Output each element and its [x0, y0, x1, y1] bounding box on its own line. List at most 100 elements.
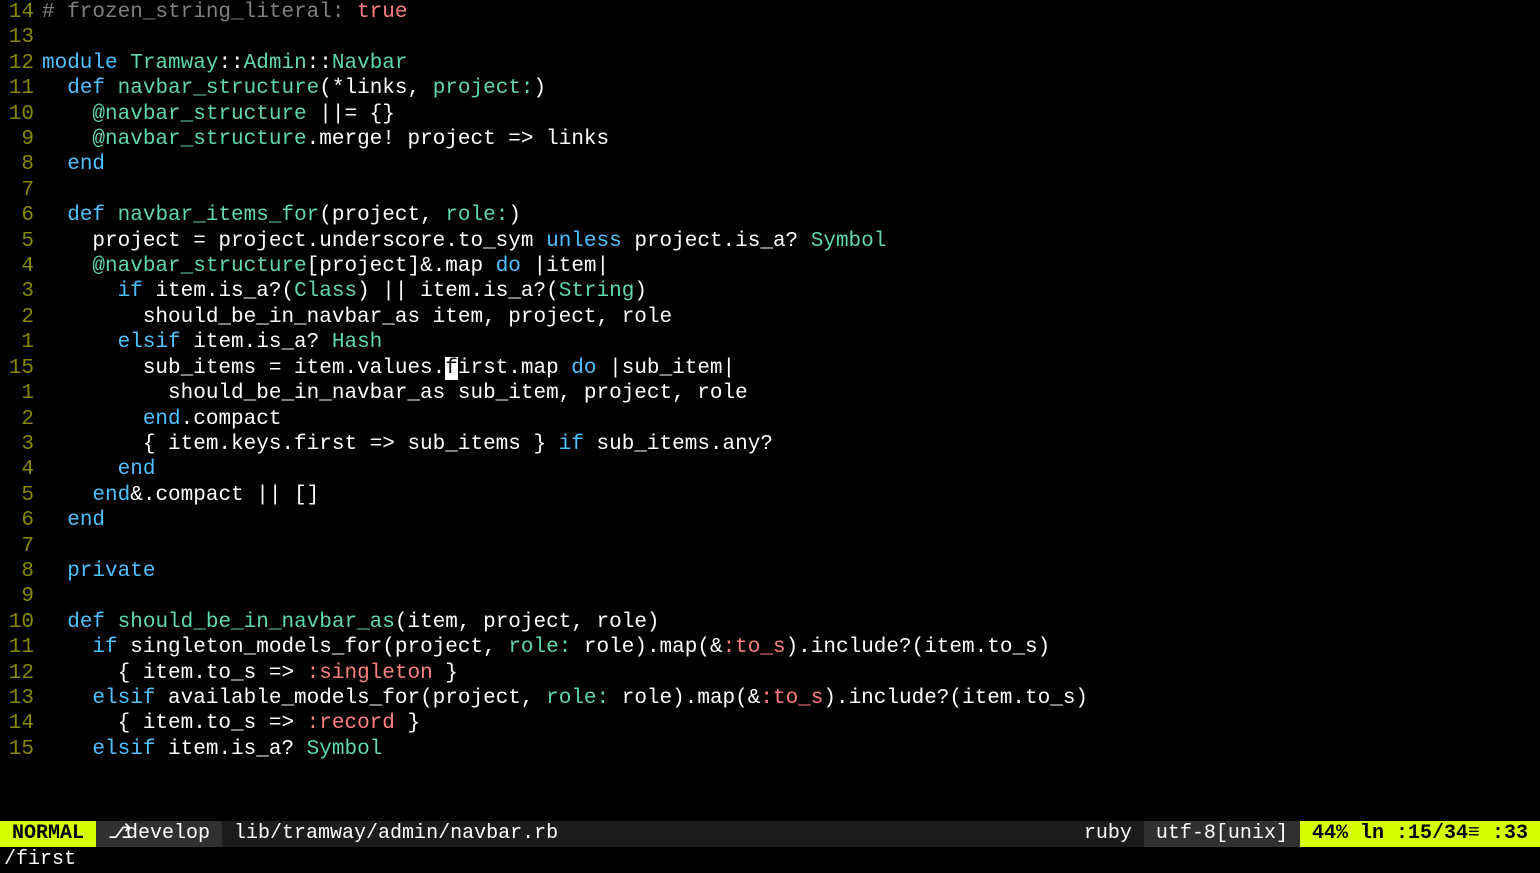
code-line[interactable]: 13 elsif available_models_for(project, r… [0, 686, 1540, 711]
line-number: 7 [0, 534, 42, 559]
code-line[interactable]: 10 def should_be_in_navbar_as(item, proj… [0, 610, 1540, 635]
code-line[interactable]: 1 should_be_in_navbar_as sub_item, proje… [0, 381, 1540, 406]
code-line[interactable]: 12module Tramway::Admin::Navbar [0, 51, 1540, 76]
code-area[interactable]: 14# frozen_string_literal: true1312modul… [0, 0, 1540, 821]
code-line[interactable]: 8 end [0, 152, 1540, 177]
line-number: 11 [0, 76, 42, 101]
line-content[interactable]: @navbar_structure ||= {} [42, 102, 1540, 127]
line-number: 1 [0, 381, 42, 406]
git-branch: ⎇ develop [96, 821, 222, 847]
line-number: 15 [0, 356, 42, 381]
code-line[interactable]: 11 if singleton_models_for(project, role… [0, 635, 1540, 660]
line-content[interactable]: elsif item.is_a? Hash [42, 330, 1540, 355]
code-line[interactable]: 2 end.compact [0, 407, 1540, 432]
line-number: 6 [0, 203, 42, 228]
line-number: 3 [0, 432, 42, 457]
line-content[interactable] [42, 178, 1540, 203]
code-line[interactable]: 14 { item.to_s => :record } [0, 711, 1540, 736]
line-number: 14 [0, 0, 42, 25]
line-number: 15 [0, 737, 42, 762]
line-number: 10 [0, 102, 42, 127]
branch-icon: ⎇ [108, 821, 120, 847]
code-line[interactable]: 5 end&.compact || [] [0, 483, 1540, 508]
line-number: 3 [0, 279, 42, 304]
code-line[interactable]: 7 [0, 534, 1540, 559]
code-line[interactable]: 15 sub_items = item.values.first.map do … [0, 356, 1540, 381]
code-line[interactable]: 12 { item.to_s => :singleton } [0, 661, 1540, 686]
line-number: 1 [0, 330, 42, 355]
line-number: 5 [0, 483, 42, 508]
line-content[interactable]: elsif item.is_a? Symbol [42, 737, 1540, 762]
line-content[interactable]: end [42, 457, 1540, 482]
line-content[interactable]: project = project.underscore.to_sym unle… [42, 229, 1540, 254]
line-number: 2 [0, 407, 42, 432]
line-number: 9 [0, 584, 42, 609]
code-line[interactable]: 5 project = project.underscore.to_sym un… [0, 229, 1540, 254]
line-content[interactable]: should_be_in_navbar_as item, project, ro… [42, 305, 1540, 330]
code-line[interactable]: 15 elsif item.is_a? Symbol [0, 737, 1540, 762]
line-number: 4 [0, 254, 42, 279]
line-number: 4 [0, 457, 42, 482]
vim-mode: NORMAL [0, 821, 96, 847]
code-line[interactable]: 8 private [0, 559, 1540, 584]
line-content[interactable]: def navbar_structure(*links, project:) [42, 76, 1540, 101]
code-line[interactable]: 2 should_be_in_navbar_as item, project, … [0, 305, 1540, 330]
code-line[interactable]: 1 elsif item.is_a? Hash [0, 330, 1540, 355]
line-content[interactable]: private [42, 559, 1540, 584]
line-content[interactable]: @navbar_structure[project]&.map do |item… [42, 254, 1540, 279]
line-content[interactable]: if singleton_models_for(project, role: r… [42, 635, 1540, 660]
line-number: 8 [0, 152, 42, 177]
line-content[interactable] [42, 25, 1540, 50]
line-number: 9 [0, 127, 42, 152]
line-content[interactable]: elsif available_models_for(project, role… [42, 686, 1540, 711]
status-bar: NORMAL ⎇ develop lib/tramway/admin/navba… [0, 821, 1540, 847]
code-line[interactable]: 7 [0, 178, 1540, 203]
line-content[interactable]: if item.is_a?(Class) || item.is_a?(Strin… [42, 279, 1540, 304]
line-content[interactable]: should_be_in_navbar_as sub_item, project… [42, 381, 1540, 406]
line-number: 8 [0, 559, 42, 584]
code-line[interactable]: 6 end [0, 508, 1540, 533]
line-number: 12 [0, 661, 42, 686]
line-content[interactable] [42, 584, 1540, 609]
command-line[interactable]: /first [0, 847, 1540, 873]
line-number: 13 [0, 686, 42, 711]
code-line[interactable]: 4 @navbar_structure[project]&.map do |it… [0, 254, 1540, 279]
line-number: 5 [0, 229, 42, 254]
code-line[interactable]: 9 @navbar_structure.merge! project => li… [0, 127, 1540, 152]
code-line[interactable]: 3 { item.keys.first => sub_items } if su… [0, 432, 1540, 457]
line-number: 12 [0, 51, 42, 76]
file-path: lib/tramway/admin/navbar.rb [222, 821, 1072, 847]
code-line[interactable]: 3 if item.is_a?(Class) || item.is_a?(Str… [0, 279, 1540, 304]
line-number: 13 [0, 25, 42, 50]
line-number: 6 [0, 508, 42, 533]
line-content[interactable]: sub_items = item.values.first.map do |su… [42, 356, 1540, 381]
file-encoding: utf-8[unix] [1144, 821, 1300, 847]
line-content[interactable]: def navbar_items_for(project, role:) [42, 203, 1540, 228]
line-content[interactable]: { item.to_s => :record } [42, 711, 1540, 736]
line-content[interactable]: @navbar_structure.merge! project => link… [42, 127, 1540, 152]
file-type: ruby [1072, 821, 1144, 847]
line-content[interactable]: end&.compact || [] [42, 483, 1540, 508]
line-content[interactable]: end.compact [42, 407, 1540, 432]
code-line[interactable]: 9 [0, 584, 1540, 609]
line-number: 11 [0, 635, 42, 660]
line-content[interactable]: { item.keys.first => sub_items } if sub_… [42, 432, 1540, 457]
vim-editor: 14# frozen_string_literal: true1312modul… [0, 0, 1540, 873]
line-number: 7 [0, 178, 42, 203]
line-content[interactable] [42, 534, 1540, 559]
code-line[interactable]: 10 @navbar_structure ||= {} [0, 102, 1540, 127]
line-content[interactable]: end [42, 508, 1540, 533]
code-line[interactable]: 13 [0, 25, 1540, 50]
code-line[interactable]: 4 end [0, 457, 1540, 482]
branch-name: develop [126, 821, 210, 847]
line-content[interactable]: end [42, 152, 1540, 177]
line-number: 14 [0, 711, 42, 736]
line-content[interactable]: # frozen_string_literal: true [42, 0, 1540, 25]
line-content[interactable]: def should_be_in_navbar_as(item, project… [42, 610, 1540, 635]
line-content[interactable]: { item.to_s => :singleton } [42, 661, 1540, 686]
line-content[interactable]: module Tramway::Admin::Navbar [42, 51, 1540, 76]
code-line[interactable]: 14# frozen_string_literal: true [0, 0, 1540, 25]
code-line[interactable]: 11 def navbar_structure(*links, project:… [0, 76, 1540, 101]
code-line[interactable]: 6 def navbar_items_for(project, role:) [0, 203, 1540, 228]
cursor-position: 44% ln :15/34≡ :33 [1300, 821, 1540, 847]
